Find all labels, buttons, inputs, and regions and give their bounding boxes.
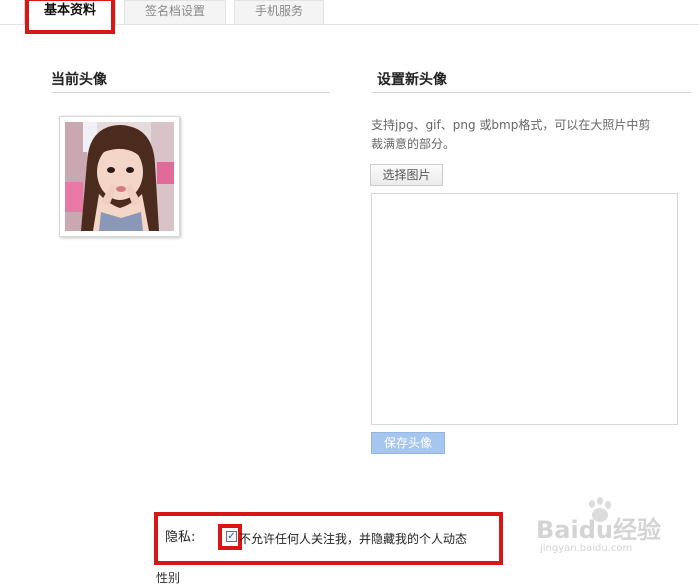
new-avatar-title: 设置新头像 — [377, 72, 447, 88]
watermark-url: jingyan.baidu.com — [540, 543, 633, 554]
tab-mobile-service[interactable]: 手机服务 — [234, 0, 324, 24]
current-avatar — [59, 116, 180, 237]
crop-preview-area[interactable] — [371, 193, 678, 425]
choose-image-button[interactable]: 选择图片 — [370, 164, 443, 186]
upload-hint: 支持jpg、gif、png 或bmp格式，可以在大照片中剪裁满意的部分。 — [371, 118, 651, 151]
avatar-photo — [65, 122, 174, 231]
tab-signature-settings[interactable]: 签名档设置 — [124, 0, 226, 24]
privacy-label: 隐私: — [165, 530, 196, 545]
current-avatar-divider — [51, 92, 330, 93]
gender-label: 性别 — [156, 571, 181, 585]
paw-icon — [584, 497, 614, 529]
new-avatar-divider — [371, 92, 691, 93]
save-avatar-button[interactable]: 保存头像 — [371, 432, 445, 454]
current-avatar-title: 当前头像 — [51, 72, 107, 88]
highlight-box-tab — [25, 0, 115, 34]
privacy-checkbox[interactable]: ✓ — [226, 531, 237, 542]
privacy-option-text[interactable]: 不允许任何人关注我，并隐藏我的个人动态 — [239, 530, 467, 547]
